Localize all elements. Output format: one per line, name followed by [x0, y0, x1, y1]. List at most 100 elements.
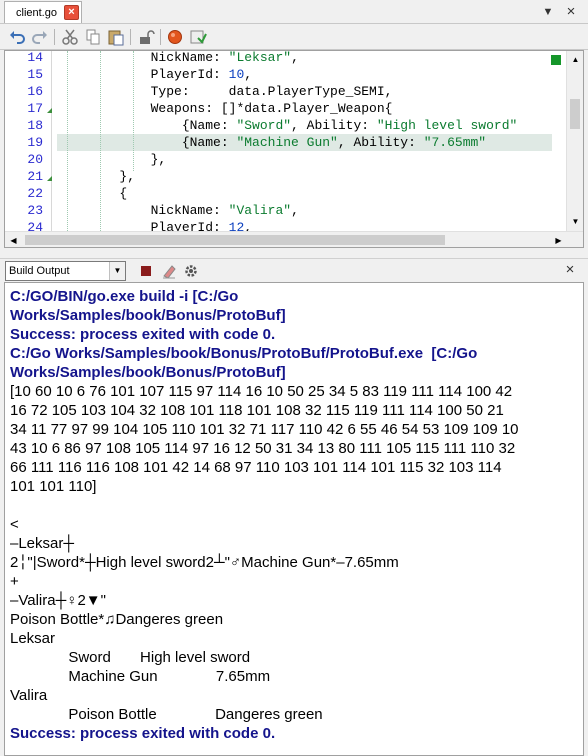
code-token: , [291, 203, 299, 218]
code-line[interactable]: {Name: "Sword", Ability: "High level swo… [57, 117, 583, 134]
output-line: Poison Bottle*♫Dangeres green [10, 611, 224, 628]
panel-splitter[interactable] [0, 248, 588, 258]
paste-button[interactable] [107, 28, 125, 46]
code-token: , Ability: [337, 135, 424, 150]
change-marker [551, 55, 561, 65]
code-line[interactable]: {Name: "Machine Gun", Ability: "7.65mm" [57, 134, 583, 151]
fold-marker-icon[interactable] [47, 108, 52, 113]
output-line: + [10, 573, 19, 590]
string-literal: "High level sword" [376, 118, 518, 133]
output-close-icon[interactable]: × [562, 262, 578, 278]
code-line[interactable]: Weapons: []*data.Player_Weapon{ [57, 100, 583, 117]
code-line[interactable]: { [57, 185, 583, 202]
scroll-thumb[interactable] [570, 99, 580, 129]
scroll-right-arrow-icon[interactable]: ▶ [550, 232, 567, 247]
output-source-value: Build Output [9, 265, 70, 277]
output-line: Success: process exited with code 0. [10, 725, 276, 742]
redo-button[interactable] [31, 28, 49, 46]
code-token: NickName: [150, 203, 229, 218]
tab-close-icon[interactable]: × [64, 5, 79, 20]
copy-button[interactable] [84, 28, 102, 46]
output-source-select[interactable]: Build Output ▼ [5, 261, 126, 281]
tab-label: client.go [16, 7, 57, 19]
editor-vertical-scrollbar[interactable]: ▲ ▼ [566, 51, 583, 231]
code-token: }, [150, 152, 167, 167]
editor-tab-bar: client.go × ▼ × [0, 0, 588, 24]
output-settings-button[interactable] [182, 262, 200, 280]
scroll-down-arrow-icon[interactable]: ▼ [567, 213, 583, 230]
line-number: 19 [27, 135, 43, 150]
scroll-up-arrow-icon[interactable]: ▲ [567, 51, 583, 68]
code-line[interactable]: NickName: "Leksar", [57, 50, 583, 66]
tab-client-go[interactable]: client.go × [4, 1, 82, 23]
output-line: 16 72 105 103 104 32 108 101 118 101 108… [10, 402, 504, 419]
cut-icon [62, 29, 78, 45]
output-line: Machine Gun 7.65mm [10, 668, 271, 685]
output-line: Works/Samples/book/Bonus/ProtoBuf] [10, 364, 286, 381]
breakpoint-button[interactable] [166, 28, 184, 46]
line-number: 18 [27, 118, 43, 133]
code-token: , [244, 67, 253, 82]
scroll-thumb[interactable] [25, 235, 445, 245]
fold-marker-icon[interactable] [47, 176, 52, 181]
stop-button[interactable] [137, 262, 155, 280]
output-line: 2╎"|Sword*┼High level sword2┴"♂Machine G… [10, 554, 399, 571]
string-literal: "Machine Gun" [236, 135, 338, 150]
unlock-button[interactable] [137, 28, 155, 46]
code-editor[interactable]: 14 NickName: "Leksar", 15 PlayerId: 10, 16… [4, 50, 584, 248]
breakpoint-icon [168, 30, 182, 44]
editor-horizontal-scrollbar[interactable]: ◀ ▶ [5, 231, 583, 247]
save-button[interactable] [189, 28, 207, 46]
unlock-icon [140, 30, 155, 44]
output-line: Valira [10, 687, 48, 704]
output-line: [10 60 10 6 76 101 107 115 97 114 16 10 … [10, 383, 513, 400]
copy-icon [86, 29, 100, 45]
code-token: NickName: [150, 50, 229, 65]
eraser-icon [163, 265, 176, 279]
output-line: 101 101 110] [10, 478, 97, 495]
tab-list-dropdown-icon[interactable]: ▼ [540, 4, 556, 20]
clear-output-button[interactable] [160, 262, 178, 280]
string-literal: "Sword" [236, 118, 292, 133]
code-token: Type: data.PlayerType_SEMI, [150, 84, 393, 99]
editor-close-icon[interactable]: × [563, 4, 579, 20]
number-literal: 10 [228, 67, 245, 82]
build-output-text[interactable]: C:/GO/BIN/go.exe build -i [C:/Go Works/Sa… [4, 282, 584, 756]
code-token: }, [119, 169, 136, 184]
output-panel-header: Build Output ▼ × [0, 258, 588, 282]
indent-guide [100, 51, 101, 231]
indent-guide [133, 51, 134, 171]
gear-icon [185, 265, 197, 277]
scroll-left-arrow-icon[interactable]: ◀ [5, 232, 22, 247]
code-line[interactable]: }, [57, 168, 583, 185]
line-number: 20 [27, 152, 43, 167]
output-line: < [10, 516, 19, 533]
code-token: , [291, 50, 299, 65]
code-token: PlayerId: [150, 67, 229, 82]
save-icon [190, 30, 207, 44]
code-line[interactable]: PlayerId: 10, [57, 66, 583, 83]
line-number: 17 [27, 101, 43, 116]
output-line: Leksar [10, 630, 56, 647]
output-line: Sword High level sword [10, 649, 251, 666]
output-line: 34 11 77 97 99 104 105 110 101 32 71 117… [10, 421, 519, 438]
indent-guide [67, 51, 68, 231]
chevron-down-icon[interactable]: ▼ [109, 262, 125, 280]
code-line[interactable]: Type: data.PlayerType_SEMI, [57, 83, 583, 100]
code-line[interactable]: }, [57, 151, 583, 168]
cut-button[interactable] [61, 28, 79, 46]
line-number: 16 [27, 84, 43, 99]
paste-icon [108, 30, 124, 46]
stop-icon [141, 266, 151, 276]
output-line: Works/Samples/book/Bonus/ProtoBuf] [10, 307, 286, 324]
code-line[interactable]: NickName: "Valira", [57, 202, 583, 219]
undo-button[interactable] [8, 28, 26, 46]
